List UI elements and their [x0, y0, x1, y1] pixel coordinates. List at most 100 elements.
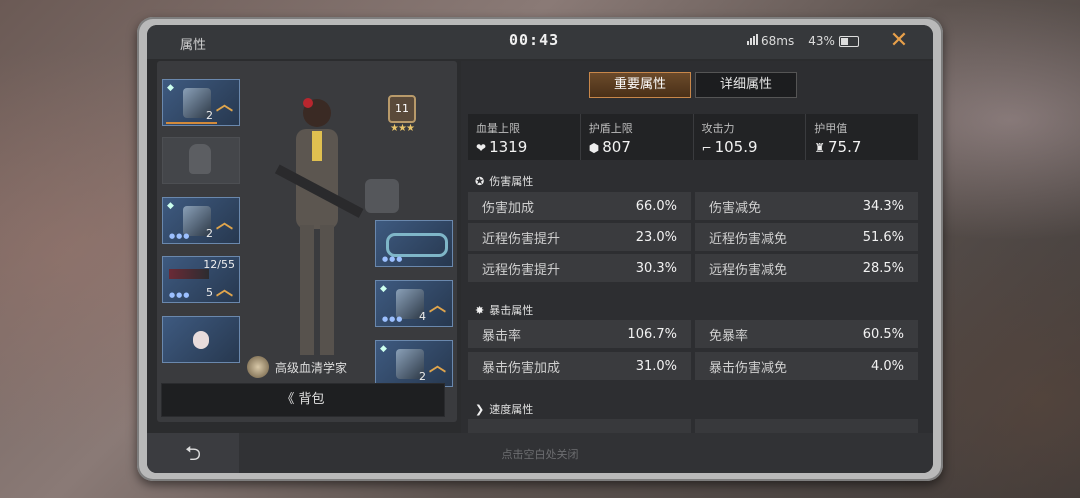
tab-detailed-attributes[interactable]: 详细属性: [695, 72, 797, 98]
bottom-bar: ⮌ 点击空白处关闭: [147, 433, 933, 473]
ammo-count: 12/55: [203, 258, 235, 271]
slot-level: 2: [206, 109, 213, 122]
slot-level: 2: [206, 227, 213, 240]
gem-icon: ◆: [167, 201, 174, 211]
attr-name: 免暴率: [709, 328, 749, 344]
backpack-icon: [189, 144, 211, 174]
stat-label: 血量上限: [476, 122, 520, 135]
close-hint[interactable]: 点击空白处关闭: [147, 446, 933, 462]
player-title-text: 高级血清学家: [275, 360, 348, 375]
table-row: 远程伤害提升 30.3% 远程伤害减免 28.5%: [468, 254, 918, 282]
attr-name: 伤害减免: [709, 200, 762, 216]
table-row: 近程伤害提升 23.0% 近程伤害减免 51.6%: [468, 223, 918, 251]
upgrade-chevron-icon: ︿: [429, 296, 446, 316]
slot-level: 5: [206, 286, 213, 299]
slot-level: 2: [419, 370, 426, 383]
equip-slot-armor[interactable]: ◆ ●●● 2 ︿: [162, 197, 240, 244]
table-row: 暴击率 106.7% 免暴率 60.5%: [468, 320, 918, 348]
attr-value: 66.0%: [635, 198, 677, 214]
stat-max-hp: 血量上限 ❤ 1319: [468, 114, 580, 160]
signal-icon: [747, 34, 758, 45]
slot-level: 4: [419, 310, 426, 323]
summary-stats: 血量上限 ❤ 1319 护盾上限 ⬢ 807 攻击力 ⌐ 105.9 护甲值 ♜ 75.…: [468, 114, 918, 160]
upgrade-chevron-icon: ︿: [216, 213, 233, 233]
rank-level: 11: [388, 95, 416, 123]
section-crit-header: ✸ 暴击属性: [475, 302, 533, 318]
ring-icon: [386, 233, 448, 257]
attributes-area: 重要属性 详细属性 血量上限 ❤ 1319 护盾上限 ⬢ 807 攻击力 ⌐ 105.…: [461, 61, 933, 433]
heart-icon: ❤: [476, 141, 487, 155]
quality-dots: ●●●: [382, 315, 404, 323]
equipment-area: ◆ 2 ︿ ◆ ●●● 2 ︿ 12/55 ●●● 5 ︿ 11 ★★★ ●●●…: [157, 61, 457, 422]
stat-value: 807: [602, 138, 631, 156]
character-portrait: [262, 85, 372, 375]
rank-emblem[interactable]: 11 ★★★: [387, 95, 417, 134]
stat-value: 75.7: [828, 138, 862, 156]
stat-label: 护甲值: [814, 122, 848, 135]
equip-slot-boots[interactable]: ◆ 2 ︿: [375, 340, 453, 387]
attr-value: 31.0%: [635, 358, 677, 374]
durability-bar: [166, 122, 217, 124]
attr-value: 106.7%: [627, 326, 677, 342]
battery-icon: [838, 36, 859, 47]
section-title: 暴击属性: [489, 304, 534, 317]
stat-max-shield: 护盾上限 ⬢ 807: [579, 114, 693, 160]
equip-slot-helmet[interactable]: ◆ 2 ︿: [162, 79, 240, 126]
attr-name: 远程伤害减免: [709, 262, 788, 278]
stat-value: 105.9: [714, 138, 758, 156]
upgrade-chevron-icon: ︿: [216, 280, 233, 300]
section-title: 伤害属性: [489, 175, 534, 188]
ping-value: 68ms: [761, 34, 795, 48]
attr-name: 暴击伤害减免: [709, 360, 788, 376]
attr-value: 4.0%: [870, 358, 904, 374]
quality-dots: ●●●: [382, 255, 404, 263]
ping-indicator: 68ms: [747, 34, 794, 48]
equip-slot-backpack[interactable]: [162, 137, 240, 184]
equip-slot-pet[interactable]: [162, 316, 240, 363]
attr-name: 暴击率: [482, 328, 522, 344]
backpack-button[interactable]: 《 背包: [161, 383, 445, 417]
section-title: 速度属性: [489, 403, 534, 416]
panel-title: 属性: [180, 38, 207, 53]
attribute-tabs: 重要属性 详细属性: [589, 72, 797, 98]
status-indicators: 68ms 43%: [747, 34, 859, 48]
attr-name: 伤害加成: [482, 200, 535, 216]
quality-dots: ●●●: [169, 232, 191, 240]
stat-label: 攻击力: [701, 122, 735, 135]
equip-slot-gloves[interactable]: ◆ ●●● 4 ︿: [375, 280, 453, 327]
tab-key-attributes[interactable]: 重要属性: [589, 72, 691, 98]
table-row: 暴击伤害加成 31.0% 暴击伤害减免 4.0%: [468, 352, 918, 380]
equip-slot-weapon[interactable]: 12/55 ●●● 5 ︿: [162, 256, 240, 303]
match-clock: 00:43: [509, 31, 560, 49]
attr-value: 23.0%: [635, 229, 677, 245]
gun-icon: ⌐: [701, 141, 712, 155]
pet-icon: [193, 331, 209, 349]
stat-value: 1319: [489, 138, 528, 156]
stat-label: 护盾上限: [588, 122, 633, 135]
attr-value: 60.5%: [862, 326, 904, 342]
table-row: [468, 419, 918, 433]
attr-name: 近程伤害减免: [709, 231, 788, 247]
battery-indicator: 43%: [808, 34, 859, 48]
attr-value: 28.5%: [862, 260, 904, 276]
attr-name: 近程伤害提升: [482, 231, 561, 247]
player-title[interactable]: 高级血清学家: [247, 356, 347, 378]
gem-icon: ◆: [380, 344, 387, 354]
equip-slot-ring[interactable]: ●●●: [375, 220, 453, 267]
rank-stars: ★★★: [390, 123, 415, 134]
section-speed-header: ❯ 速度属性: [475, 401, 533, 417]
crit-burst-icon: ✸: [475, 304, 485, 317]
section-damage-header: ✪ 伤害属性: [475, 173, 533, 189]
battery-value: 43%: [808, 34, 835, 48]
close-icon[interactable]: ✕: [887, 29, 911, 53]
gem-icon: ◆: [380, 284, 387, 294]
quality-dots: ●●●: [169, 291, 191, 299]
attr-value: 51.6%: [862, 229, 904, 245]
top-bar: 属性 00:43 68ms 43% ✕: [147, 25, 933, 59]
attr-value: 34.3%: [862, 198, 904, 214]
title-emblem-icon: [247, 356, 269, 378]
table-row: 伤害加成 66.0% 伤害减免 34.3%: [468, 192, 918, 220]
stat-armor: 护甲值 ♜ 75.7: [805, 114, 918, 160]
bracelet-slot[interactable]: [365, 179, 399, 213]
speed-chevron-icon: ❯: [475, 403, 485, 416]
